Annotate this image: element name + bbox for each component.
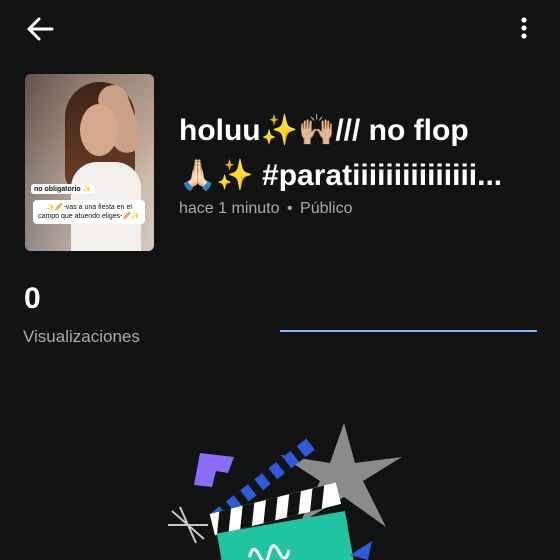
back-button[interactable] [22,14,58,44]
thumbnail-caption-small: no obligatorio ✨ [31,184,95,194]
arrow-back-icon [27,17,54,41]
meta-separator: • [286,200,293,217]
blue-triangle [350,541,372,560]
video-title-line-2: 🙏🏻✨ #paratiiiiiiiiiiiiiii... [179,159,503,192]
views-count: 0 [24,282,41,315]
more-options-button[interactable] [512,14,536,44]
visibility-status: Público [300,200,353,217]
thumbnail-caption: ✨🥖-vas a una fiesta en el campo que atue… [33,200,145,224]
video-title: holuu✨🙌🏼/// no flop 🙏🏻✨ #paratiiiiiiiiii… [179,108,549,198]
more-vert-icon [521,17,527,39]
upload-time: hace 1 minuto [179,200,280,217]
views-progress-bar [280,330,537,332]
video-title-line-1: holuu✨🙌🏼/// no flop [179,114,469,147]
purple-shape [194,453,234,487]
video-thumbnail[interactable]: no obligatorio ✨ ✨🥖-vas a una fiesta en … [25,74,154,251]
clapperboard-illustration [168,423,402,560]
thumbnail-person-face [80,104,118,156]
sparkle-icon [168,506,208,544]
video-meta: hace 1 minuto • Público [179,200,353,218]
views-progress-fill [280,330,537,332]
top-app-bar [0,0,560,56]
views-label: Visualizaciones [23,327,140,346]
